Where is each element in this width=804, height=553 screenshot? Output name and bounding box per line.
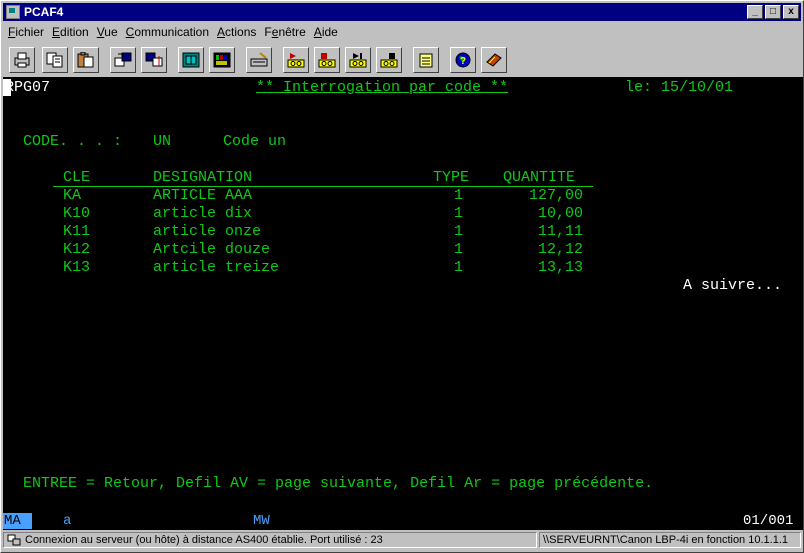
send-file-button[interactable]: [110, 47, 136, 73]
color-palette-icon: [213, 52, 231, 68]
paste-button[interactable]: [73, 47, 99, 73]
minimize-button[interactable]: _: [747, 5, 763, 19]
menu-edition[interactable]: Edition: [52, 25, 89, 39]
row-type: 1: [454, 259, 464, 276]
row-designation: article dix: [153, 205, 253, 222]
macro-play-icon: [349, 53, 367, 68]
row-quantite: 13,13: [537, 259, 583, 276]
more-indicator: A suivre...: [683, 277, 783, 294]
row-cle: K12: [63, 241, 91, 258]
row-designation: article onze: [153, 223, 262, 240]
row-type: 1: [454, 205, 464, 222]
macro-record-icon: [287, 53, 305, 68]
row-quantite: 12,12: [537, 241, 583, 258]
row-cle: KA: [63, 187, 82, 204]
status-bar: Connexion au serveur (ou hôte) à distanc…: [3, 532, 801, 550]
globe-help-button[interactable]: ?: [450, 47, 476, 73]
clipboard-button[interactable]: [413, 47, 439, 73]
display-setup-button[interactable]: [178, 47, 204, 73]
terminal-screen[interactable]: RPG07 ** Interrogation par code ** le: 1…: [3, 77, 803, 513]
send-file-icon: [114, 52, 132, 67]
program-name: RPG07: [5, 79, 51, 96]
print-icon: [14, 52, 30, 68]
title-bar[interactable]: PCAF4 _ □ x: [3, 3, 801, 21]
mw-indicator: MW: [253, 513, 270, 529]
network-icon: [7, 534, 21, 546]
macro-stop-icon: [318, 53, 336, 68]
window-title: PCAF4: [24, 5, 64, 19]
column-header-cle: CLE: [63, 169, 91, 186]
column-header-quantite: QUANTITE: [503, 169, 576, 186]
menu-actions[interactable]: Actions: [217, 25, 256, 39]
screen-title: ** Interrogation par code **: [256, 79, 509, 96]
app-icon[interactable]: [6, 5, 20, 19]
row-designation: article treize: [153, 259, 280, 276]
globe-help-icon: ?: [455, 52, 471, 68]
connection-text: Connexion au serveur (ou hôte) à distanc…: [25, 534, 383, 546]
macro-stop-button[interactable]: [314, 47, 340, 73]
row-cle: K11: [63, 223, 91, 240]
printer-text: \\SERVEURNT\Canon LBP-4i en fonction 10.…: [543, 534, 788, 546]
close-icon: x: [788, 6, 794, 17]
menu-communication[interactable]: Communication: [126, 25, 209, 39]
printer-status: \\SERVEURNT\Canon LBP-4i en fonction 10.…: [539, 532, 801, 548]
receive-file-button[interactable]: [141, 47, 167, 73]
row-type: 1: [454, 223, 464, 240]
close-button[interactable]: x: [783, 5, 799, 19]
column-header-designation: DESIGNATION: [153, 169, 253, 186]
row-type: 1: [454, 187, 464, 204]
menu-fenetre[interactable]: Fenêtre: [264, 25, 305, 39]
row-designation: Artcile douze: [153, 241, 271, 258]
screen-date: le: 15/10/01: [625, 79, 734, 96]
minimize-icon: _: [752, 6, 758, 17]
row-quantite: 10,00: [537, 205, 583, 222]
code-description: Code un: [223, 133, 287, 150]
toolbar: ?: [3, 43, 801, 77]
maximize-icon: □: [769, 6, 777, 17]
connection-status: Connexion au serveur (ou hôte) à distanc…: [3, 532, 537, 548]
row-quantite: 11,11: [537, 223, 583, 240]
receive-file-icon: [145, 52, 163, 67]
row-quantite: 127,00: [528, 187, 583, 204]
function-keys-footer: ENTREE = Retour, Defil AV = page suivant…: [23, 475, 654, 492]
macro-pause-icon: [380, 53, 398, 68]
application-window: PCAF4 _ □ x Fichier Edition Vue Communic…: [0, 0, 804, 553]
macro-pause-button[interactable]: [376, 47, 402, 73]
copy-icon: [46, 52, 63, 68]
cursor-position: 01/001: [743, 513, 794, 529]
clipboard-icon: [419, 53, 433, 68]
row-type: 1: [454, 241, 464, 258]
cursor: [3, 79, 11, 96]
macro-record-button[interactable]: [283, 47, 309, 73]
column-header-type: TYPE: [433, 169, 470, 186]
menu-fichier[interactable]: Fichier: [8, 25, 44, 39]
menu-aide[interactable]: Aide: [314, 25, 338, 39]
print-button[interactable]: [9, 47, 35, 73]
paste-icon: [77, 52, 94, 68]
code-label: CODE. . . :: [23, 133, 123, 150]
index-book-button[interactable]: [481, 47, 507, 73]
a-indicator: a: [63, 513, 72, 529]
index-book-icon: [486, 53, 502, 67]
color-palette-button[interactable]: [209, 47, 235, 73]
svg-text:?: ?: [460, 56, 466, 67]
display-setup-icon: [182, 52, 200, 68]
menu-vue[interactable]: Vue: [97, 25, 118, 39]
ma-indicator: MA: [3, 513, 32, 529]
copy-button[interactable]: [42, 47, 68, 73]
macro-play-button[interactable]: [345, 47, 371, 73]
row-designation: ARTICLE AAA: [153, 187, 253, 204]
row-cle: K10: [63, 205, 91, 222]
maximize-button[interactable]: □: [765, 5, 781, 19]
operator-info-area: MA a MW 01/001: [3, 513, 803, 530]
menu-bar: Fichier Edition Vue Communication Action…: [3, 22, 801, 41]
row-cle: K13: [63, 259, 91, 276]
keyboard-setup-icon: [250, 52, 268, 67]
keyboard-setup-button[interactable]: [246, 47, 272, 73]
code-value: UN: [153, 133, 172, 150]
